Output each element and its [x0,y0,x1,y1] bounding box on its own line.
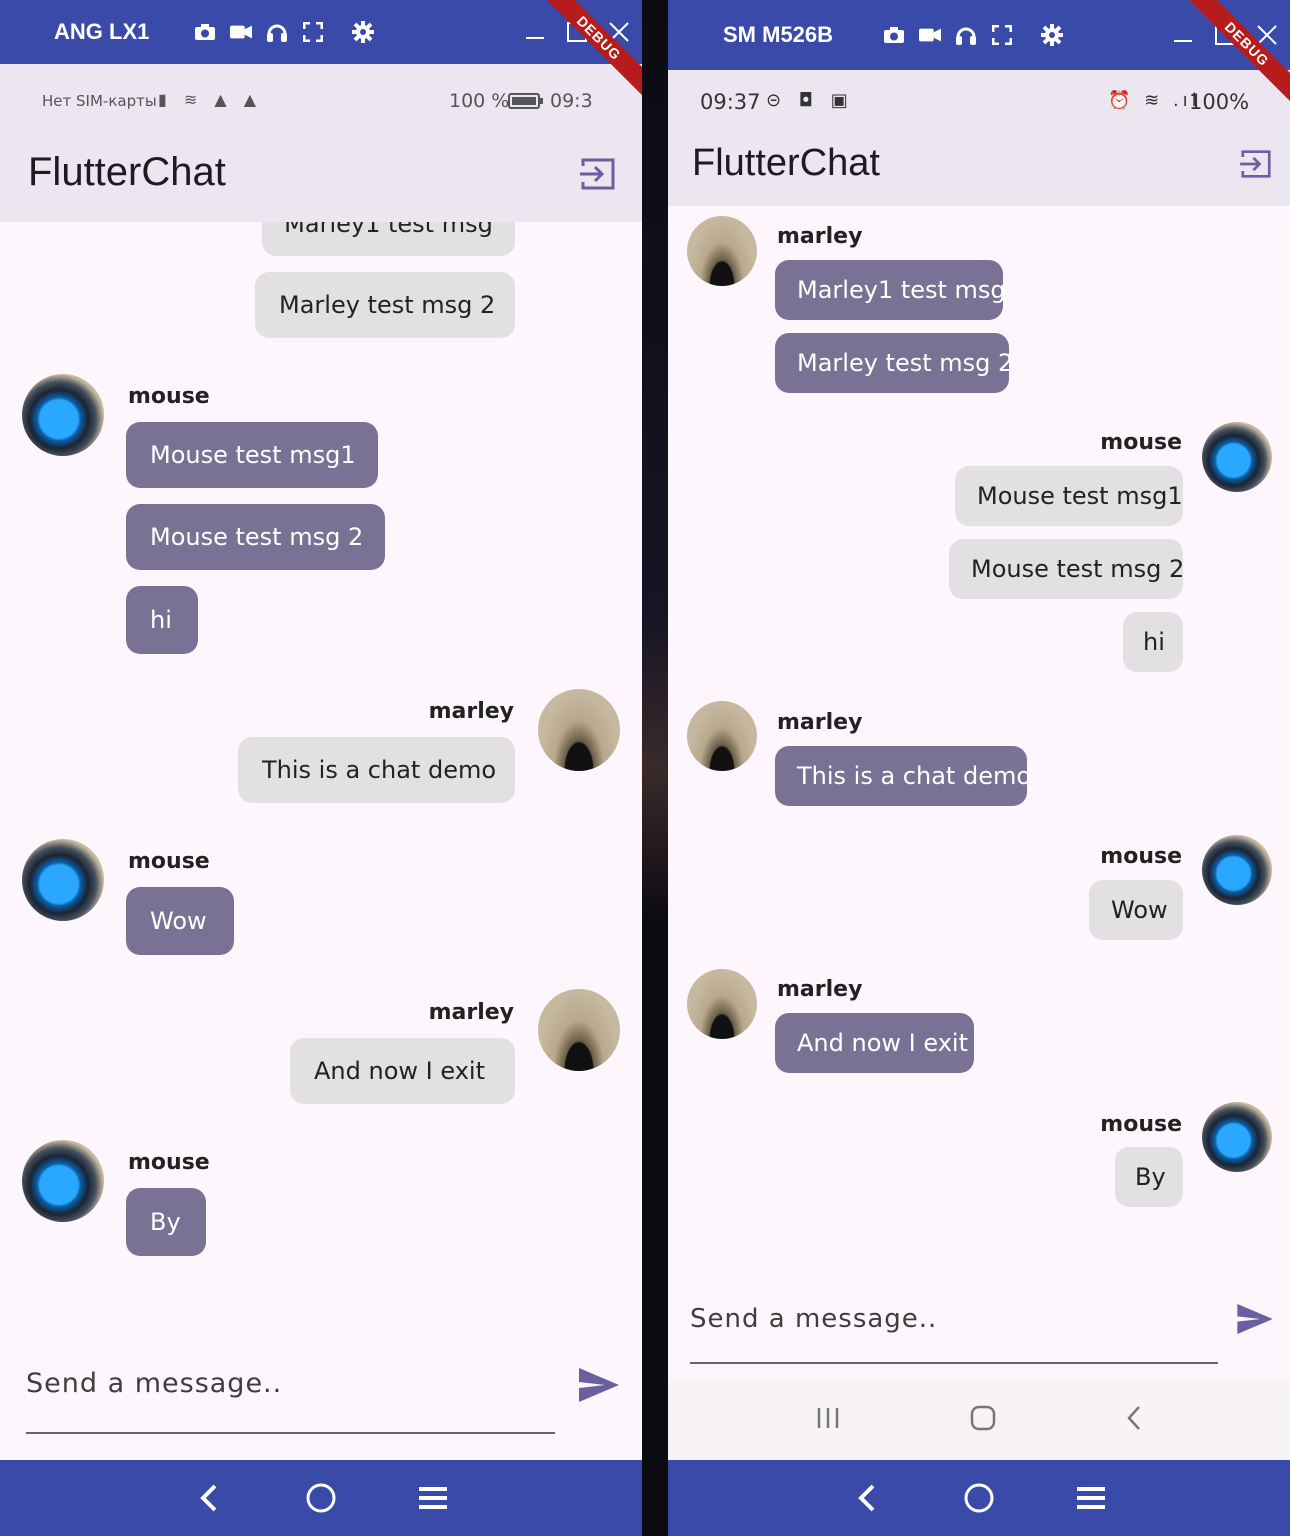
menu-icon[interactable] [1074,1481,1108,1515]
message-composer: Send a message.. [668,1286,1290,1380]
home-icon[interactable] [962,1481,996,1515]
username: mouse [1100,1112,1182,1137]
username: mouse [1100,430,1182,455]
message-composer: Send a message.. [0,1352,642,1460]
avatar [687,969,757,1039]
headphones-icon[interactable] [266,21,288,43]
app-title: FlutterChat [692,142,880,184]
fullscreen-icon[interactable] [302,21,324,43]
message-bubble: And now I exit [290,1038,515,1104]
avatar [687,216,757,286]
send-icon[interactable] [578,1366,620,1404]
android-nav-bar [668,1380,1290,1460]
message-bubble: Wow [126,887,234,955]
avatar [1202,1102,1272,1172]
username: mouse [128,1150,210,1175]
message-bubble: And now I exit [775,1013,974,1073]
debug-banner: DEBUG [1170,0,1290,120]
video-icon[interactable] [230,21,252,43]
username: mouse [128,849,210,874]
recents-icon[interactable] [816,1406,840,1434]
back-icon[interactable] [850,1481,884,1515]
desktop-background [642,0,668,1536]
app-title: FlutterChat [28,150,226,194]
message-input[interactable]: Send a message.. [26,1368,282,1399]
message-bubble: Mouse test msg1 [126,422,378,488]
message-bubble: Marley1 test msg [775,260,1006,320]
settings-icon[interactable] [1041,24,1063,46]
message-bubble: By [126,1188,206,1256]
avatar [538,989,620,1071]
emulator-window-right: SM M526B 09:37 ⊝ ◘ ▣ ⏰ ≋ .ıl 100% DEBUG … [668,0,1290,1536]
menu-icon[interactable] [416,1481,450,1515]
message-bubble: hi [126,586,198,654]
username: marley [428,1000,514,1025]
message-bubble: Marley test msg 2 [255,272,515,338]
app-bar: FlutterChat [0,136,642,222]
status-icons: ⊝ ◘ ▣ [766,90,854,111]
message-bubble: Wow [1089,880,1183,940]
avatar [22,374,104,456]
emulator-nav-bar [0,1460,642,1536]
message-bubble: By [1115,1147,1183,1207]
clock: 09:37 [700,90,761,114]
battery-percent: 100 % [449,90,510,112]
status-icons: ▮ ≋ ▲ ▲ [158,90,263,109]
video-icon[interactable] [919,24,941,46]
emulator-nav-bar [668,1460,1290,1536]
username: mouse [128,384,210,409]
fullscreen-icon[interactable] [991,24,1013,46]
logout-icon[interactable] [1238,146,1274,182]
device-name: ANG LX1 [54,19,150,44]
message-input[interactable]: Send a message.. [690,1304,937,1334]
message-bubble: This is a chat demo [238,737,515,803]
back-icon[interactable] [1126,1405,1142,1435]
message-bubble: This is a chat demo [775,746,1031,806]
username: marley [777,224,863,249]
message-list[interactable]: marley Marley1 test msg Marley test msg … [668,206,1290,1286]
camera-icon[interactable] [194,21,216,43]
avatar [1202,835,1272,905]
avatar [687,701,757,771]
message-bubble: Mouse test msg 2 [949,539,1184,599]
settings-icon[interactable] [352,21,374,43]
message-bubble: Marley test msg 2 [775,333,1013,393]
home-icon[interactable] [970,1405,996,1435]
debug-banner: DEBUG [522,0,642,120]
input-underline [690,1362,1218,1364]
emulator-window-left: ANG LX1 Нет SIM-карты ▮ ≋ ▲ ▲ 100 % 09:3… [0,0,642,1536]
logout-icon[interactable] [578,154,618,194]
avatar [22,1140,104,1222]
username: marley [777,710,863,735]
input-underline [26,1432,555,1434]
message-bubble: Marley1 test msg [262,222,515,256]
message-bubble: hi [1123,612,1183,672]
camera-icon[interactable] [883,24,905,46]
avatar [1202,422,1272,492]
back-icon[interactable] [192,1481,226,1515]
message-list[interactable]: Marley1 test msg Marley test msg 2 mouse… [0,222,642,1352]
message-bubble: Mouse test msg1 [955,466,1183,526]
device-name: SM M526B [723,22,834,47]
avatar [538,689,620,771]
sim-status: Нет SIM-карты [42,92,157,110]
username: marley [777,977,863,1002]
app-bar: FlutterChat [668,134,1290,206]
username: marley [428,699,514,724]
send-icon[interactable] [1236,1302,1274,1336]
avatar [22,839,104,921]
message-bubble: Mouse test msg 2 [126,504,385,570]
home-icon[interactable] [304,1481,338,1515]
headphones-icon[interactable] [955,24,977,46]
username: mouse [1100,844,1182,869]
